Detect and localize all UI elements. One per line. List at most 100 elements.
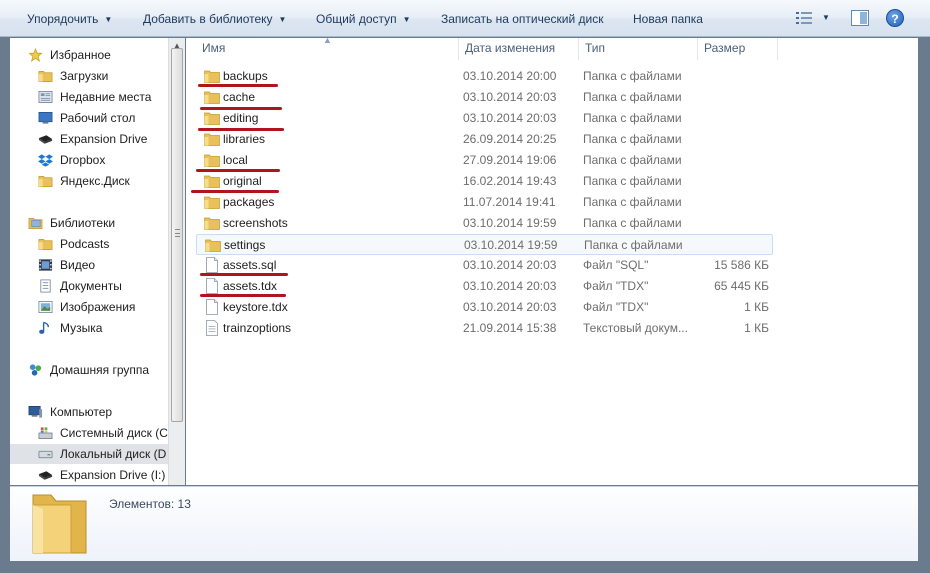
nav-recent[interactable]: Недавние места xyxy=(10,87,168,107)
chevron-down-icon: ▼ xyxy=(104,15,113,24)
nav-music[interactable]: Музыка xyxy=(10,318,168,338)
column-header: ▲ Имя Дата изменения Тип Размер xyxy=(186,35,918,60)
nav-expansion-drive[interactable]: Expansion Drive xyxy=(10,129,168,149)
nav-system-disk[interactable]: Системный диск (C xyxy=(10,423,168,443)
text-file-icon xyxy=(206,320,218,336)
folder-icon xyxy=(38,175,53,187)
add-to-library-label: Добавить в библиотеку xyxy=(143,12,273,26)
column-date[interactable]: Дата изменения xyxy=(459,38,579,60)
nav-libraries[interactable]: Библиотеки xyxy=(10,213,168,233)
folder-icon xyxy=(204,196,220,209)
burn-button[interactable]: Записать на оптический диск xyxy=(441,9,604,29)
nav-label: Компьютер xyxy=(50,405,113,419)
item-count: Элементов: 13 xyxy=(109,497,191,511)
column-type[interactable]: Тип xyxy=(579,38,698,60)
music-icon xyxy=(39,321,50,334)
nav-label: Expansion Drive xyxy=(60,132,148,146)
annotation-underline xyxy=(200,107,282,110)
scrollbar-thumb[interactable] xyxy=(171,48,183,422)
file-row[interactable]: editing 03.10.2014 20:03 Папка с файлами xyxy=(196,108,773,129)
nav-downloads[interactable]: Загрузки xyxy=(10,66,168,86)
file-date: 03.10.2014 19:59 xyxy=(463,216,557,230)
help-button[interactable]: ? xyxy=(886,9,904,27)
file-row[interactable]: keystore.tdx 03.10.2014 20:03 Файл "TDX"… xyxy=(196,297,773,318)
file-size: 1 КБ xyxy=(744,300,769,314)
details-pane: Элементов: 13 xyxy=(10,486,918,561)
file-date: 27.09.2014 19:06 xyxy=(463,153,557,167)
file-date: 03.10.2014 19:59 xyxy=(464,238,558,252)
nav-label: Яндекс.Диск xyxy=(60,174,130,188)
file-row[interactable]: screenshots 03.10.2014 19:59 Папка с фай… xyxy=(196,213,773,234)
computer-icon xyxy=(28,406,43,418)
nav-label: Системный диск (C xyxy=(60,426,168,440)
file-name: editing xyxy=(223,111,259,125)
folder-icon xyxy=(38,238,53,250)
nav-label: Загрузки xyxy=(60,69,109,83)
nav-desktop[interactable]: Рабочий стол xyxy=(10,108,168,128)
add-to-library-button[interactable]: Добавить в библиотеку ▼ xyxy=(143,9,286,29)
new-folder-button[interactable]: Новая папка xyxy=(633,9,703,29)
file-row[interactable]: original 16.02.2014 19:43 Папка с файлам… xyxy=(196,171,773,192)
nav-favorites[interactable]: Избранное xyxy=(10,45,168,65)
nav-label: Документы xyxy=(60,279,122,293)
nav-computer[interactable]: Компьютер xyxy=(10,402,168,422)
nav-video[interactable]: Видео xyxy=(10,255,168,275)
nav-label: Dropbox xyxy=(60,153,106,167)
nav-images[interactable]: Изображения xyxy=(10,297,168,317)
file-icon xyxy=(206,278,218,294)
nav-dropbox[interactable]: Dropbox xyxy=(10,150,168,170)
file-type: Папка с файлами xyxy=(583,174,682,188)
organize-button[interactable]: Упорядочить ▼ xyxy=(27,9,112,29)
file-name: trainzoptions xyxy=(223,321,292,335)
file-date: 03.10.2014 20:03 xyxy=(463,300,557,314)
preview-pane-icon[interactable] xyxy=(851,10,869,26)
file-list: ▲ Имя Дата изменения Тип Размер backups … xyxy=(186,35,918,485)
nav-label: Изображения xyxy=(60,300,136,314)
navigation-scrollbar[interactable]: ▲ xyxy=(168,38,185,485)
file-row[interactable]: cache 03.10.2014 20:03 Папка с файлами xyxy=(196,87,773,108)
file-icon xyxy=(206,257,218,273)
nav-label: Локальный диск (D xyxy=(60,447,167,461)
view-dropdown-icon[interactable]: ▼ xyxy=(822,11,830,25)
file-row[interactable]: trainzoptions 21.09.2014 15:38 Текстовый… xyxy=(196,318,773,339)
nav-label: Podcasts xyxy=(60,237,110,251)
nav-yandex-disk[interactable]: Яндекс.Диск xyxy=(10,171,168,191)
file-row[interactable]: packages 11.07.2014 19:41 Папка с файлам… xyxy=(196,192,773,213)
column-name[interactable]: Имя xyxy=(196,38,459,60)
folder-icon xyxy=(204,154,220,167)
file-row[interactable]: settings 03.10.2014 19:59 Папка с файлам… xyxy=(196,234,773,255)
nav-label: Expansion Drive (I:) xyxy=(60,468,166,482)
nav-expansion-drive-i[interactable]: Expansion Drive (I:) xyxy=(10,465,168,485)
nav-local-disk[interactable]: Локальный диск (D xyxy=(10,444,168,464)
annotation-underline xyxy=(196,169,280,172)
share-button[interactable]: Общий доступ ▼ xyxy=(316,9,411,29)
desktop-icon xyxy=(38,112,53,124)
command-bar: Упорядочить ▼ Добавить в библиотеку ▼ Общи… xyxy=(0,0,930,37)
folder-icon xyxy=(204,133,220,146)
file-type: Папка с файлами xyxy=(583,111,682,125)
nav-label: Видео xyxy=(60,258,96,272)
organize-label: Упорядочить xyxy=(27,12,99,26)
nav-homegroup[interactable]: Домашняя группа xyxy=(10,360,168,380)
file-name: libraries xyxy=(223,132,266,146)
file-row[interactable]: local 27.09.2014 19:06 Папка с файлами xyxy=(196,150,773,171)
navigation-pane: Избранное Загрузки Недавние места Рабочи… xyxy=(10,38,168,485)
file-date: 26.09.2014 20:25 xyxy=(463,132,557,146)
file-type: Папка с файлами xyxy=(583,90,682,104)
chevron-down-icon: ▼ xyxy=(402,15,411,24)
explorer-window: Упорядочить ▼ Добавить в библиотеку ▼ Общи… xyxy=(0,0,930,573)
file-type: Папка с файлами xyxy=(583,132,682,146)
documents-icon xyxy=(40,279,51,293)
file-date: 03.10.2014 20:03 xyxy=(463,258,557,272)
nav-label: Музыка xyxy=(60,321,103,335)
dropbox-icon xyxy=(38,154,53,167)
file-row[interactable]: libraries 26.09.2014 20:25 Папка с файла… xyxy=(196,129,773,150)
view-options-icon[interactable] xyxy=(796,11,812,25)
column-size[interactable]: Размер xyxy=(698,38,778,60)
annotation-underline xyxy=(198,84,278,87)
file-type: Папка с файлами xyxy=(583,195,682,209)
images-icon xyxy=(38,301,53,313)
nav-documents[interactable]: Документы xyxy=(10,276,168,296)
nav-podcasts[interactable]: Podcasts xyxy=(10,234,168,254)
file-row[interactable]: backups 03.10.2014 20:00 Папка с файлами xyxy=(196,66,773,87)
